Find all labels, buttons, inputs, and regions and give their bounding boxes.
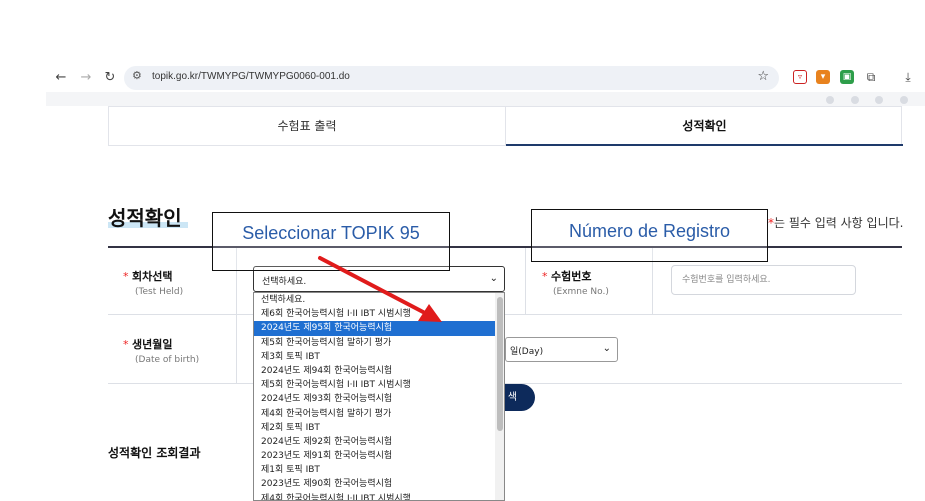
back-arrow-icon[interactable]: ← (52, 69, 70, 87)
dropdown-option[interactable]: 제5회 한국어능력시험 I·II IBT 시범시행 (254, 378, 504, 392)
dropdown-option[interactable]: 제4회 한국어능력시험 말하기 평가 (254, 407, 504, 421)
dropdown-option[interactable]: 제5회 한국어능력시험 말하기 평가 (254, 336, 504, 350)
page-header-strip (46, 92, 925, 106)
address-bar[interactable]: ⚙ topik.go.kr/TWMYPG/TWMYPG0060-001.do ☆ (124, 66, 779, 90)
browser-toolbar: ← → ↻ ⚙ topik.go.kr/TWMYPG/TWMYPG0060-00… (0, 64, 925, 92)
tab-score-check[interactable]: 성적확인 (506, 107, 903, 146)
dropdown-option[interactable]: 선택하세요. (254, 293, 504, 307)
dropdown-option[interactable]: 2024년도 제93회 한국어능력시험 (254, 392, 504, 406)
page-title: 성적확인 (108, 206, 182, 230)
dropdown-option[interactable]: 제6회 한국어능력시험 I·II IBT 시범시행 (254, 307, 504, 321)
column-divider (525, 248, 526, 314)
birth-label: * 생년월일 (123, 338, 173, 351)
tab-admission-ticket[interactable]: 수험표 출력 (109, 107, 506, 146)
annotation-select-topik: Seleccionar TOPIK 95 (212, 212, 450, 271)
exam-number-input[interactable] (672, 266, 855, 294)
chevron-down-icon: ⌄ (489, 273, 498, 284)
session-label: * 회차선택 (123, 270, 173, 283)
dropdown-option[interactable]: 제1회 토픽 IBT (254, 463, 504, 477)
exam-number-input-wrap (671, 265, 856, 295)
dropdown-option[interactable]: 2023년도 제91회 한국어능력시험 (254, 449, 504, 463)
day-select[interactable]: 일(Day) ⌄ (505, 337, 618, 362)
download-icon[interactable]: ⤓ (901, 70, 915, 84)
day-select-value: 일(Day) (510, 347, 544, 357)
decor-dot (900, 96, 908, 104)
session-select-value: 선택하세요. (262, 277, 307, 287)
extension-metamask-icon[interactable]: ▾ (816, 70, 830, 84)
extension-green-icon[interactable]: ▣ (840, 70, 854, 84)
dropdown-option[interactable]: 2024년도 제94회 한국어능력시험 (254, 364, 504, 378)
exam-number-sublabel: (Exmne No.) (553, 287, 609, 297)
exam-number-label: * 수험번호 (542, 270, 592, 283)
site-info-icon[interactable]: ⚙ (132, 69, 142, 82)
decor-dot (875, 96, 883, 104)
row-divider (108, 314, 902, 315)
dropdown-scrollbar[interactable] (495, 293, 504, 500)
birth-sublabel: (Date of birth) (135, 355, 200, 365)
url-text: topik.go.kr/TWMYPG/TWMYPG0060-001.do (152, 71, 350, 82)
dropdown-option[interactable]: 2024년도 제92회 한국어능력시험 (254, 435, 504, 449)
forward-arrow-icon[interactable]: → (77, 69, 95, 87)
bookmark-star-icon[interactable]: ☆ (757, 69, 769, 84)
extension-pocket-icon[interactable]: ▿ (793, 70, 807, 84)
results-title: 성적확인 조회결과 (108, 446, 201, 460)
scrollbar-thumb[interactable] (497, 297, 503, 431)
dropdown-option[interactable]: 2024년도 제95회 한국어능력시험 (254, 321, 504, 336)
dropdown-option[interactable]: 2023년도 제90회 한국어능력시험 (254, 477, 504, 491)
decor-dot (851, 96, 859, 104)
dropdown-option[interactable]: 제3회 토픽 IBT (254, 350, 504, 364)
reload-icon[interactable]: ↻ (101, 69, 119, 87)
annotation-registration-number: Número de Registro (531, 209, 768, 262)
chevron-down-icon: ⌄ (602, 343, 611, 354)
dropdown-option[interactable]: 제2회 토픽 IBT (254, 421, 504, 435)
extensions-puzzle-icon[interactable]: ⧉ (864, 70, 878, 84)
decor-dot (826, 96, 834, 104)
session-dropdown-list: 선택하세요. 제6회 한국어능력시험 I·II IBT 시범시행 2024년도 제9… (253, 292, 505, 501)
required-note: *는 필수 입력 사항 입니다. (768, 216, 904, 230)
session-sublabel: (Test Held) (135, 287, 184, 297)
dropdown-option[interactable]: 제4회 한국어능력시험 I·II IBT 시범시행 (254, 492, 504, 500)
tab-bar: 수험표 출력 성적확인 (108, 106, 903, 146)
